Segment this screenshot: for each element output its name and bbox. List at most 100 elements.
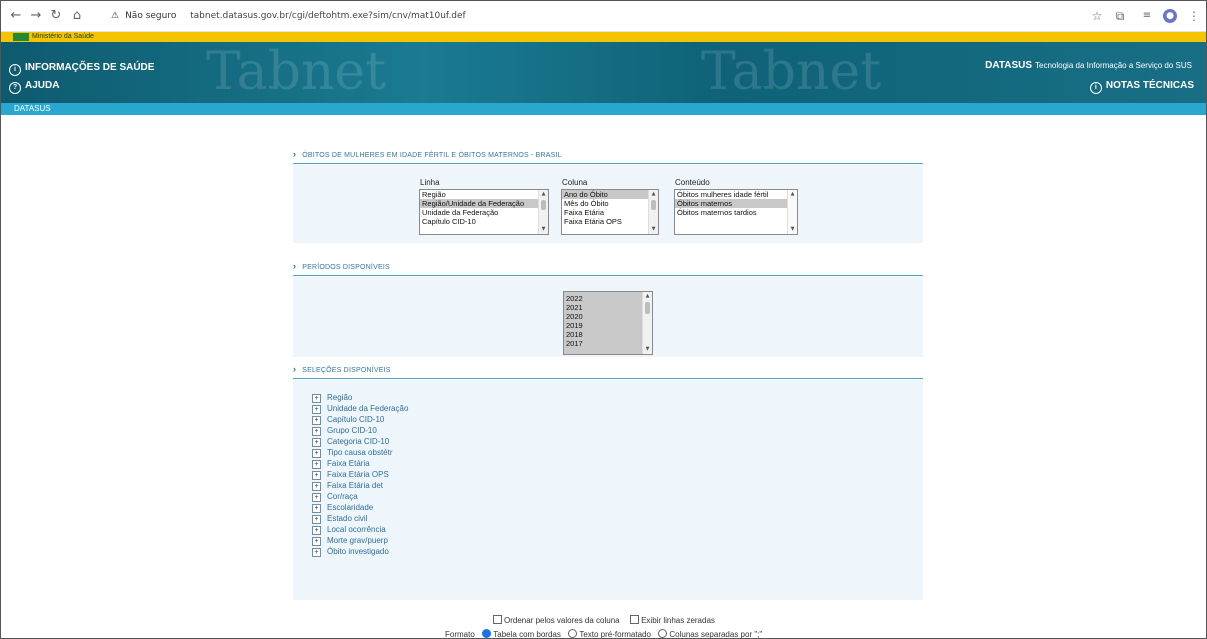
scroll-down-icon[interactable]: ▼ (649, 226, 658, 233)
extensions-icon[interactable]: ⧉ (1113, 7, 1127, 25)
selection-capitulo-cid[interactable]: + Capítulo CID-10 (312, 414, 384, 425)
scroll-up-icon[interactable]: ▲ (649, 191, 658, 198)
zero-rows-checkbox[interactable]: Exibir linhas zeradas (630, 615, 715, 625)
selection-regiao[interactable]: + Região (312, 392, 352, 403)
linha-option[interactable]: Região (420, 190, 548, 199)
breadcrumb-datasus[interactable]: DATASUS (14, 103, 51, 115)
coluna-option[interactable]: Mês do Óbito (562, 199, 658, 208)
coluna-scrollbar[interactable]: ▲ ▼ (648, 190, 658, 234)
selection-uf[interactable]: + Unidade da Federação (312, 403, 408, 414)
selection-faixa-etaria-det[interactable]: + Faixa Etária det (312, 480, 383, 491)
period-option[interactable]: 2019 (564, 321, 652, 330)
scroll-down-icon[interactable]: ▼ (643, 346, 652, 353)
period-option[interactable]: 2017 (564, 339, 652, 348)
expand-icon[interactable]: + (312, 515, 321, 524)
periods-scrollbar[interactable]: ▲ ▼ (642, 292, 652, 354)
period-option[interactable]: 2018 (564, 330, 652, 339)
selection-estado-civil[interactable]: + Estado civil (312, 513, 367, 524)
coluna-option[interactable]: Faixa Etária OPS (562, 217, 658, 226)
coluna-scroll-thumb[interactable] (651, 200, 656, 210)
info-link[interactable]: i INFORMAÇÕES DE SAÚDE (9, 62, 154, 76)
ministry-label: Ministério da Saúde (32, 33, 94, 40)
expand-icon[interactable]: + (312, 548, 321, 557)
selection-categoria-cid[interactable]: + Categoria CID-10 (312, 436, 389, 447)
selections-panel: + Região + Unidade da Federação + Capítulo … (293, 380, 923, 600)
format-table-radio[interactable]: Tabela com bordas (482, 629, 561, 638)
reading-list-icon[interactable]: ≡ (1139, 7, 1155, 25)
checkbox-icon[interactable] (493, 615, 502, 624)
selection-local-ocorrencia[interactable]: + Local ocorrência (312, 524, 386, 535)
form-title: › ÓBITOS DE MULHERES EM IDADE FÉRTIL E ÓB… (293, 146, 923, 164)
ministry-bar: Ministério da Saúde (1, 32, 1206, 42)
back-icon[interactable]: ← (7, 7, 25, 25)
menu-icon[interactable]: ⋮ (1188, 7, 1200, 25)
expand-icon[interactable]: + (312, 405, 321, 414)
display-options: Ordenar pelos valores da coluna Exibir l… (493, 615, 715, 625)
home-icon[interactable]: ⌂ (68, 7, 86, 25)
star-icon[interactable]: ☆ (1090, 7, 1104, 25)
radio-selected-icon[interactable] (482, 629, 492, 638)
help-link[interactable]: ? AJUDA (9, 80, 59, 94)
periods-scroll-thumb[interactable] (645, 302, 650, 314)
reload-icon[interactable]: ↻ (47, 7, 65, 25)
coluna-option-selected[interactable]: Ano do Óbito (562, 190, 658, 199)
format-text-radio[interactable]: Texto pré-formatado (568, 629, 651, 638)
expand-icon[interactable]: + (312, 504, 321, 513)
expand-icon[interactable]: + (312, 416, 321, 425)
expand-icon[interactable]: + (312, 526, 321, 535)
linha-option[interactable]: Capítulo CID-10 (420, 217, 548, 226)
radio-icon[interactable] (658, 629, 668, 638)
conteudo-select[interactable]: Óbitos mulheres idade fértil Óbitos mate… (674, 189, 798, 235)
selection-faixa-etaria-ops[interactable]: + Faixa Etária OPS (312, 469, 389, 480)
linha-option-selected[interactable]: Região/Unidade da Federação (420, 199, 548, 208)
expand-icon[interactable]: + (312, 438, 321, 447)
conteudo-scrollbar[interactable]: ▲ ▼ (787, 190, 797, 234)
datasus-brand[interactable]: DATASUS Tecnologia da Informação a Serviç… (985, 60, 1192, 71)
selection-tipo-causa[interactable]: + Tipo causa obstétr (312, 447, 393, 458)
profile-avatar[interactable]: ● (1163, 9, 1177, 23)
coluna-option[interactable]: Faixa Etária (562, 208, 658, 217)
conteudo-option[interactable]: Óbitos mulheres idade fértil (675, 190, 797, 199)
period-option[interactable]: 2022 (564, 294, 652, 303)
selectors-panel: Linha Região Região/Unidade da Federação… (293, 165, 923, 243)
coluna-select[interactable]: Ano do Óbito Mês do Óbito Faixa Etária F… (561, 189, 659, 235)
expand-icon[interactable]: + (312, 482, 321, 491)
scroll-up-icon[interactable]: ▲ (788, 191, 797, 198)
scroll-down-icon[interactable]: ▼ (539, 226, 548, 233)
selection-morte-grav[interactable]: + Morte grav/puerp (312, 535, 388, 546)
linha-scrollbar[interactable]: ▲ ▼ (538, 190, 548, 234)
scroll-up-icon[interactable]: ▲ (539, 191, 548, 198)
conteudo-option-selected[interactable]: Óbitos maternos (675, 199, 797, 208)
period-option[interactable]: 2020 (564, 312, 652, 321)
technical-notes-link[interactable]: i NOTAS TÉCNICAS (1089, 80, 1194, 94)
selection-faixa-etaria[interactable]: + Faixa Etária (312, 458, 370, 469)
selection-escolaridade[interactable]: + Escolaridade (312, 502, 373, 513)
radio-icon[interactable] (568, 629, 578, 638)
selection-grupo-cid[interactable]: + Grupo CID-10 (312, 425, 377, 436)
linha-scroll-thumb[interactable] (541, 200, 546, 210)
forward-icon[interactable]: → (27, 7, 45, 25)
periods-select[interactable]: 2022 2021 2020 2019 2018 2017 ▲ ▼ (563, 291, 653, 355)
selection-obito-investigado[interactable]: + Óbito investigado (312, 546, 389, 557)
expand-icon[interactable]: + (312, 394, 321, 403)
expand-icon[interactable]: + (312, 449, 321, 458)
period-option[interactable]: 2021 (564, 303, 652, 312)
linha-select[interactable]: Região Região/Unidade da Federação Unida… (419, 189, 549, 235)
expand-icon[interactable]: + (312, 460, 321, 469)
linha-option[interactable]: Unidade da Federação (420, 208, 548, 217)
expand-icon[interactable]: + (312, 471, 321, 480)
checkbox-icon[interactable] (630, 615, 640, 624)
scroll-up-icon[interactable]: ▲ (643, 293, 652, 300)
conteudo-option[interactable]: Óbitos maternos tardios (675, 208, 797, 217)
selection-cor-raca[interactable]: + Cor/raça (312, 491, 358, 502)
expand-icon[interactable]: + (312, 493, 321, 502)
expand-icon[interactable]: + (312, 537, 321, 546)
linha-label: Linha (420, 178, 440, 187)
sort-checkbox[interactable]: Ordenar pelos valores da coluna (493, 615, 620, 625)
address-bar[interactable]: ⚠ Não seguro tabnet.datasus.gov.br/cgi/de… (111, 7, 466, 25)
expand-icon[interactable]: + (312, 427, 321, 436)
format-csv-radio[interactable]: Colunas separadas por ";" (658, 629, 762, 638)
tabnet-watermark-left: Tabnet (206, 42, 387, 102)
chevron-right-icon: › (293, 364, 297, 374)
scroll-down-icon[interactable]: ▼ (788, 226, 797, 233)
